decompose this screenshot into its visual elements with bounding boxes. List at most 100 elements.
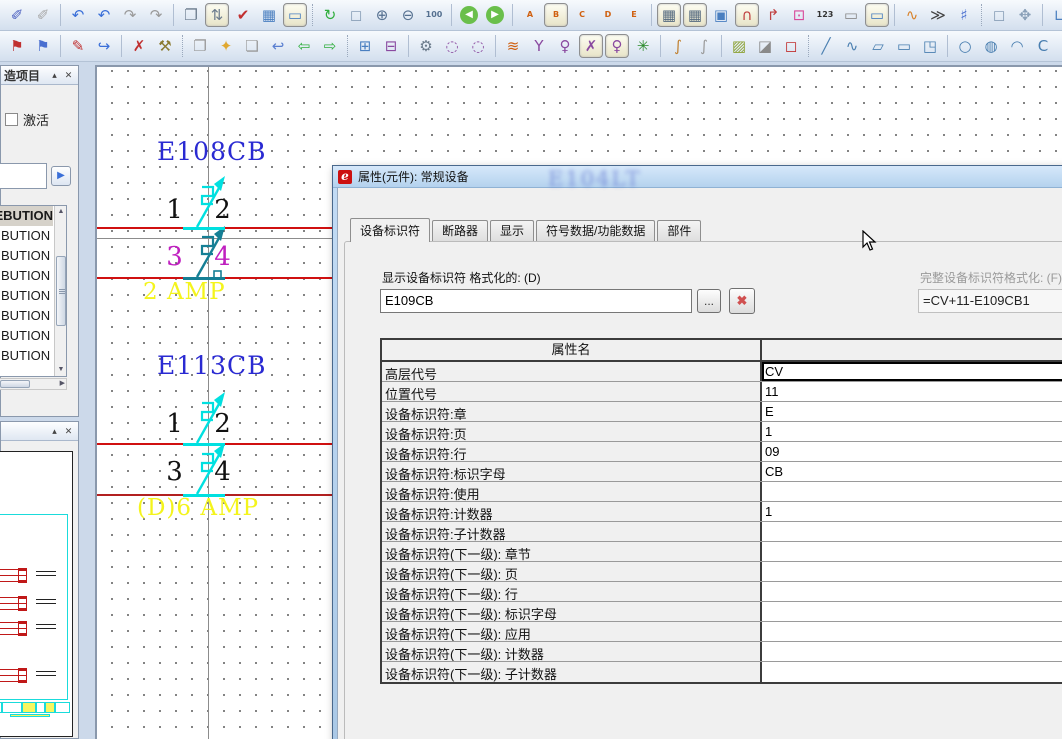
browse-button[interactable]: ... [697,289,721,313]
copy-doc-icon[interactable]: ❐ [188,34,212,58]
magnet-snap-icon[interactable]: ∩ [735,3,759,27]
check-project-icon[interactable]: ✔ [231,3,255,27]
property-name-cell[interactable]: 设备标识符(下一级): 子计数器 [382,662,762,682]
next-doc-icon[interactable]: ⇨ [318,34,342,58]
curve-tool-icon[interactable]: C [1031,34,1055,58]
list-vertical-scrollbar[interactable]: ▲ ▼ [54,206,66,376]
property-value-cell[interactable]: 09 [762,442,1062,461]
property-name-cell[interactable]: 高层代号 [382,362,762,381]
conductor-grid-icon[interactable]: ♯ [952,3,976,27]
grid-view-icon[interactable]: ▦ [257,3,281,27]
table-row[interactable]: 设备标识符:计数器1 [382,502,1062,522]
grid-a-icon[interactable]: A [518,3,542,27]
property-value-cell[interactable]: 1 [762,502,1062,521]
edit-page-icon[interactable]: ✎ [66,34,90,58]
property-name-cell[interactable]: 设备标识符:标识字母 [382,462,762,481]
property-name-cell[interactable]: 设备标识符(下一级): 行 [382,582,762,601]
refresh-icon[interactable]: ↻ [318,3,342,27]
property-name-cell[interactable]: 设备标识符(下一级): 计数器 [382,642,762,661]
grid-d-icon[interactable]: D [596,3,620,27]
property-value-cell[interactable] [762,482,1062,501]
property-value-cell[interactable] [762,562,1062,581]
terminal-ring-box-icon[interactable]: ♀ [605,34,629,58]
table-row[interactable]: 设备标识符(下一级): 章节 [382,542,1062,562]
property-value-cell[interactable] [762,602,1062,621]
device-ring-alt-icon[interactable]: ◌ [466,34,490,58]
nav-flag-icon[interactable]: ⚑ [31,34,55,58]
dialog-titlebar[interactable]: E104LT e 属性(元件): 常规设备 [333,166,1062,188]
property-value-cell[interactable]: 11 [762,382,1062,401]
activate-checkbox[interactable] [5,113,18,126]
table-row[interactable]: 设备标识符:页1 [382,422,1062,442]
list-horizontal-scrollbar[interactable]: ▶ [0,378,67,390]
property-name-cell[interactable]: 设备标识符:章 [382,402,762,421]
terminal-ring-icon[interactable]: ♀ [553,34,577,58]
doc-alt-icon[interactable]: ❏ [240,34,264,58]
terminal-funnel-icon[interactable]: Y [527,34,551,58]
table-row[interactable]: 设备标识符(下一级): 子计数器 [382,662,1062,682]
panel-minimize-icon[interactable]: ▴ [48,69,61,82]
panel-minimize-icon[interactable]: ▴ [48,425,61,438]
scroll-right-icon[interactable]: ▶ [60,379,65,389]
dimension-icon[interactable]: ▭ [865,3,889,27]
resize-handles-icon[interactable]: ✥ [1013,3,1037,27]
property-name-cell[interactable]: 设备标识符:页 [382,422,762,441]
property-name-cell[interactable]: 设备标识符:使用 [382,482,762,501]
panel-close-icon[interactable]: ✕ [62,425,75,438]
tab-item[interactable]: 符号数据/功能数据 [536,220,655,241]
connection-symbols-icon[interactable]: ⊡ [787,3,811,27]
project-list-item[interactable]: BUTION [0,246,53,266]
table-row[interactable]: 位置代号11 [382,382,1062,402]
scroll-up-icon[interactable]: ▲ [55,206,67,218]
revert-doc-icon[interactable]: ↩ [266,34,290,58]
scrollbar-thumb[interactable] [0,380,30,388]
shopping-cart-icon[interactable]: ⊔ [1048,3,1062,27]
grid-e-icon[interactable]: E [622,3,646,27]
property-name-cell[interactable]: 位置代号 [382,382,762,401]
table-row[interactable]: 设备标识符:使用 [382,482,1062,502]
undo-icon[interactable]: ↶ [92,3,116,27]
table-filter-icon[interactable]: ⊟ [379,34,403,58]
table-row[interactable]: 设备标识符(下一级): 计数器 [382,642,1062,662]
remove-page-icon[interactable]: ✗ [127,34,151,58]
polyline-tool-icon[interactable]: ∿ [840,34,864,58]
table-row[interactable]: 设备标识符(下一级): 页 [382,562,1062,582]
page-back-icon[interactable]: ◀ [457,3,481,27]
device-gears-icon[interactable]: ⚙ [414,34,438,58]
rectangle-tool-icon[interactable]: ▭ [892,34,916,58]
property-value-cell[interactable] [762,542,1062,561]
cable-def-icon[interactable]: ∫ [666,34,690,58]
magnet-move-icon[interactable]: ↱ [761,3,785,27]
ellipse-tool-icon[interactable]: ⊘ [1057,34,1062,58]
goto-graphic-icon[interactable]: ↪ [92,34,116,58]
scrollbar-thumb[interactable] [56,256,66,326]
panel-close-icon[interactable]: ✕ [62,69,75,82]
selection-marquee-icon[interactable]: ◻ [987,3,1011,27]
property-name-cell[interactable]: 设备标识符(下一级): 页 [382,562,762,581]
line-tool-icon[interactable]: ╱ [814,34,838,58]
property-value-cell[interactable] [762,522,1062,541]
column-header-value[interactable]: 数值 [762,340,1062,360]
grid-b-icon[interactable]: B [544,3,568,27]
project-list-item[interactable]: BUTION [0,286,53,306]
project-list-item[interactable]: BUTION [0,346,53,366]
zoom-area-icon[interactable]: ◻ [344,3,368,27]
property-name-cell[interactable]: 设备标识符:计数器 [382,502,762,521]
property-name-cell[interactable]: 设备标识符(下一级): 应用 [382,622,762,641]
zoom-in-icon[interactable]: ⊕ [370,3,394,27]
zoom-out-icon[interactable]: ⊖ [396,3,420,27]
property-value-cell[interactable] [762,622,1062,641]
property-value-cell[interactable]: CV [762,362,1062,381]
format-paint-icon[interactable]: ✐ [5,3,29,27]
project-list-item[interactable]: BUTION [0,306,53,326]
tab-active[interactable]: 设备标识符 [350,218,430,242]
insert-table-icon[interactable]: ⊞ [353,34,377,58]
plot-map-icon[interactable]: ▨ [727,34,751,58]
polygon-tool-icon[interactable]: ▱ [866,34,890,58]
property-value-cell[interactable]: CB [762,462,1062,481]
project-list-item[interactable]: BUTION [0,226,53,246]
zoom-100-icon[interactable]: 100 [422,3,446,27]
cascade-windows-icon[interactable]: ❐ [179,3,203,27]
table-row[interactable]: 设备标识符:子计数器 [382,522,1062,542]
project-list-item[interactable]: EBUTION [0,206,53,226]
